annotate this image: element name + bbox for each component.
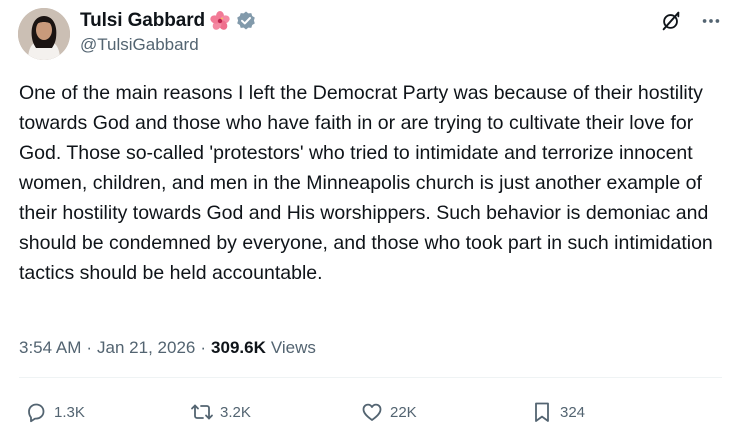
tweet-card: Tulsi Gabbard @TulsiGabbard One of the m… (0, 0, 732, 436)
more-options-icon[interactable] (700, 10, 722, 32)
tweet-time[interactable]: 3:54 AM (19, 338, 81, 358)
bookmark-button[interactable]: 324 (530, 400, 630, 424)
repost-button[interactable]: 3.2K (190, 400, 360, 424)
avatar[interactable] (18, 8, 70, 60)
repost-count: 3.2K (220, 403, 251, 421)
reply-button[interactable]: 1.3K (24, 400, 190, 424)
like-button[interactable]: 22K (360, 400, 530, 424)
divider (19, 377, 722, 378)
repost-icon (191, 404, 213, 420)
action-bar: 1.3K 3.2K 22K 324 (24, 400, 630, 424)
tweet-text: One of the main reasons I left the Democ… (19, 82, 713, 284)
views-label: Views (270, 338, 316, 357)
top-actions (660, 10, 722, 32)
verified-badge-icon[interactable] (235, 10, 257, 32)
tweet-metadata: 3:54 AM · Jan 21, 2026 · 309.6K Views (19, 338, 316, 358)
avatar-portrait-icon (18, 8, 70, 60)
bookmark-count: 324 (560, 403, 586, 421)
display-name[interactable]: Tulsi Gabbard (80, 10, 205, 32)
tweet-date[interactable]: Jan 21, 2026 (97, 338, 195, 358)
meta-separator: · (200, 338, 207, 357)
heart-icon (362, 403, 382, 421)
bookmark-icon (535, 402, 549, 422)
like-count: 22K (390, 403, 417, 421)
grok-icon[interactable] (660, 10, 682, 32)
reply-count: 1.3K (54, 403, 85, 421)
meta-separator: · (86, 338, 93, 357)
views-count[interactable]: 309.6K (211, 338, 266, 358)
hibiscus-flower-icon (209, 10, 231, 32)
author-name-row: Tulsi Gabbard (80, 10, 257, 32)
reply-icon (28, 403, 45, 423)
author-handle[interactable]: @TulsiGabbard (80, 35, 199, 55)
